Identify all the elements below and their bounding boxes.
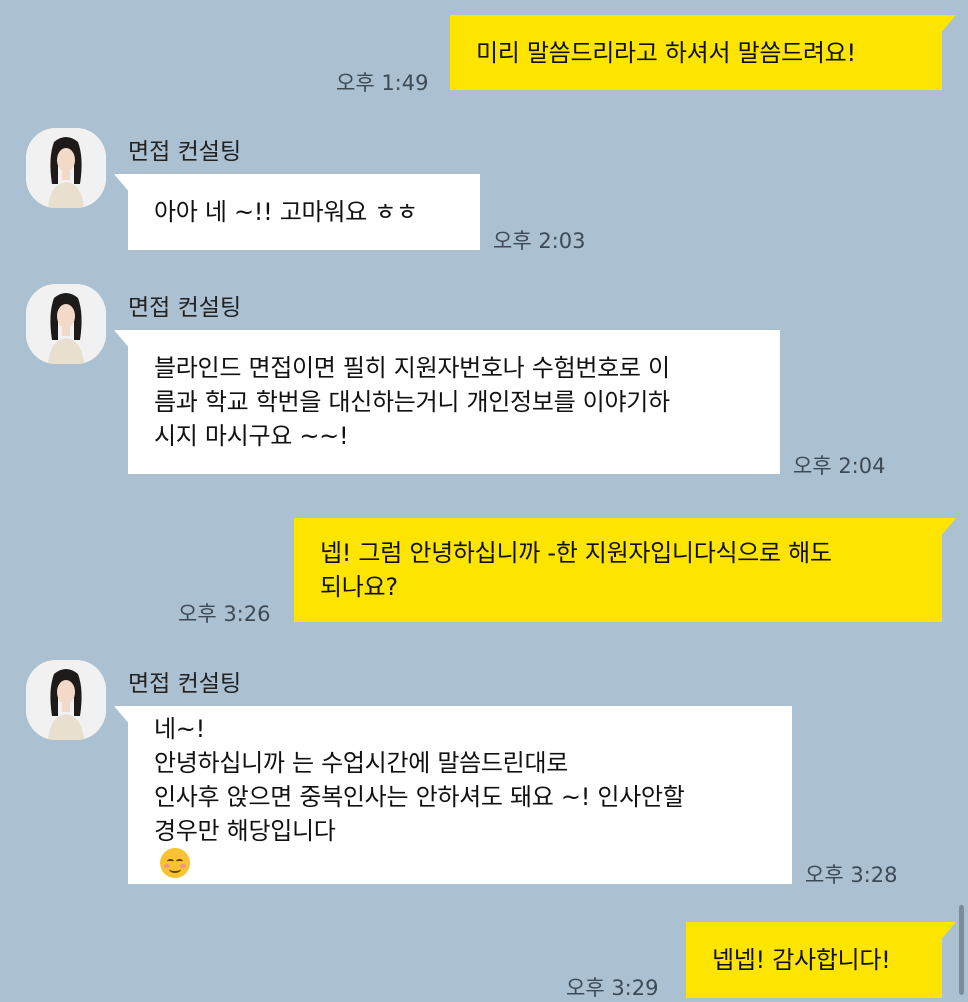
message-time: 오후 3:26 [178, 602, 271, 626]
contact-name: 면접 컨설팅 [128, 295, 242, 321]
message-bubble-sent[interactable]: 미리 말씀드리라고 하셔서 말씀드려요! [450, 15, 956, 90]
smiling-face-emoji [160, 848, 190, 878]
message-line: 인사후 앉으면 중복인사는 안하셔도 돼요 ~! 인사안할 [154, 783, 685, 811]
contact-avatar[interactable] [26, 128, 106, 208]
contact-avatar[interactable] [26, 660, 106, 740]
message-line: 네~! [154, 715, 205, 743]
contact-name: 면접 컨설팅 [128, 671, 242, 697]
contact-name: 면접 컨설팅 [128, 139, 242, 165]
message-line: 넵! 그럼 안녕하십니까 -한 지원자입니다식으로 해도 [320, 539, 832, 567]
contact-avatar[interactable] [26, 284, 106, 364]
message-line: 되나요? [320, 573, 398, 601]
message-line: 안녕하십니까 는 수업시간에 말씀드린대로 [154, 749, 569, 777]
message-line: 넵넵! 감사합니다! [712, 946, 891, 974]
message-time: 오후 3:28 [805, 863, 898, 887]
message-line: 경우만 해당입니다 [154, 817, 336, 845]
message-line: 블라인드 면접이면 필히 지원자번호나 수험번호로 이 [154, 354, 670, 382]
avatar-portrait-image [26, 660, 106, 740]
avatar-portrait-image [26, 284, 106, 364]
message-time: 오후 1:49 [336, 71, 429, 95]
message-line-with-emoji: 경우만 해당입니다 [154, 814, 766, 878]
message-time: 오후 2:04 [793, 454, 886, 478]
message-line: 아아 네 ~!! 고마워요 ㅎㅎ [154, 198, 418, 226]
message-bubble-received[interactable]: 블라인드 면접이면 필히 지원자번호나 수험번호로 이 름과 학교 학번을 대신… [114, 330, 780, 474]
message-bubble-sent[interactable]: 넵넵! 감사합니다! [686, 922, 956, 998]
avatar-portrait-image [26, 128, 106, 208]
message-line: 미리 말씀드리라고 하셔서 말씀드려요! [476, 38, 856, 67]
message-bubble-sent[interactable]: 넵! 그럼 안녕하십니까 -한 지원자입니다식으로 해도 되나요? [294, 518, 956, 622]
message-time: 오후 3:29 [566, 976, 659, 1000]
message-bubble-received[interactable]: 네~! 안녕하십니까 는 수업시간에 말씀드린대로 인사후 앉으면 중복인사는 … [114, 706, 792, 884]
message-line: 시지 마시구요 ~~! [154, 422, 349, 450]
message-bubble-received[interactable]: 아아 네 ~!! 고마워요 ㅎㅎ [114, 174, 480, 250]
scrollbar[interactable] [959, 905, 964, 995]
message-line: 름과 학교 학번을 대신하는거니 개인정보를 이야기하 [154, 388, 670, 416]
message-time: 오후 2:03 [493, 229, 586, 253]
